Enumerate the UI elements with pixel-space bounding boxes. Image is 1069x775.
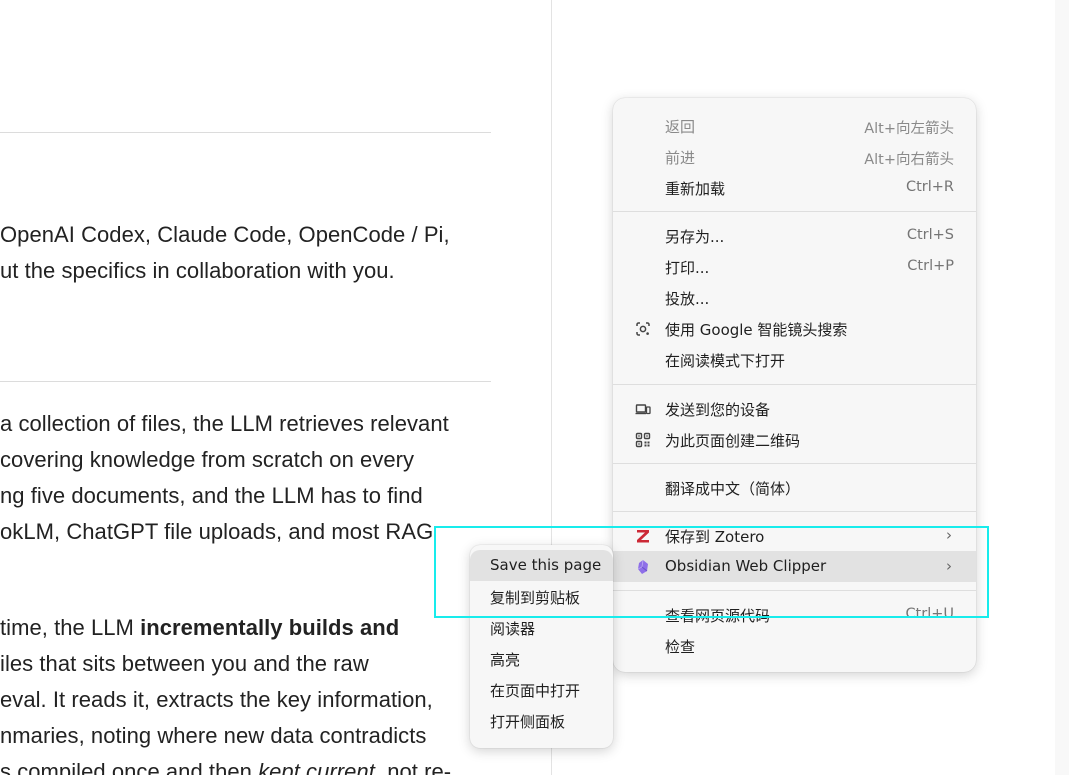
chevron-right-icon: › <box>946 557 952 575</box>
menu-item-view-source[interactable]: 查看网页源代码 Ctrl+U <box>613 599 976 630</box>
article-line: covering knowledge from scratch on every <box>0 442 414 478</box>
article-line: ng five documents, and the LLM has to fi… <box>0 478 423 514</box>
menu-item-send-to-device[interactable]: 发送到您的设备 <box>613 393 976 424</box>
menu-item-label: 在阅读模式下打开 <box>665 352 786 370</box>
article-text-segment: covering knowledge from scratch on every <box>0 447 415 472</box>
menu-item-shortcut: Ctrl+U <box>905 606 954 622</box>
article-text-segment: OpenAI Codex, Claude Code, OpenCode / Pi… <box>0 222 450 247</box>
menu-item-label: 另存为... <box>665 228 725 246</box>
submenu-item-copy-to-clipboard[interactable]: 复制到剪贴板 <box>470 581 613 612</box>
submenu-item-open-in-page[interactable]: 在页面中打开 <box>470 674 613 705</box>
menu-item-obsidian-web-clipper[interactable]: Obsidian Web Clipper › <box>613 551 976 582</box>
menu-item-google-lens[interactable]: 使用 Google 智能镜头搜索 <box>613 313 976 344</box>
menu-item-shortcut: Alt+向左箭头 <box>864 121 954 137</box>
menu-item-shortcut: Ctrl+S <box>906 227 954 243</box>
menu-item-back[interactable]: 返回 Alt+向左箭头 <box>613 110 976 141</box>
article-line: ut the specifics in collaboration with y… <box>0 253 395 289</box>
article-text-segment: ut the specifics in collaboration with y… <box>0 258 395 283</box>
menu-item-cast[interactable]: 投放... <box>613 282 976 313</box>
menu-item-label: 前进 <box>665 149 696 167</box>
menu-item-label: 使用 Google 智能镜头搜索 <box>665 321 848 339</box>
submenu-item-open-side-panel[interactable]: 打开侧面板 <box>470 705 613 736</box>
submenu-item-save-this-page[interactable]: Save this page <box>470 550 613 581</box>
article-text-segment: , not re- <box>374 759 452 775</box>
article-line: eval. It reads it, extracts the key info… <box>0 682 433 718</box>
google-lens-icon <box>635 321 651 337</box>
menu-item-reload[interactable]: 重新加载 Ctrl+R <box>613 172 976 203</box>
article-text-segment: kept current <box>258 759 375 775</box>
menu-item-shortcut: Alt+向右箭头 <box>864 152 954 168</box>
menu-item-label: 返回 <box>665 118 696 136</box>
qr-code-icon <box>635 432 651 448</box>
menu-separator <box>613 511 976 512</box>
article-content: OpenAI Codex, Claude Code, OpenCode / Pi… <box>0 0 551 775</box>
menu-item-shortcut: Ctrl+R <box>905 179 954 195</box>
article-line: nmaries, noting where new data contradic… <box>0 718 426 754</box>
menu-item-label: 保存到 Zotero <box>665 528 765 546</box>
article-line: a collection of files, the LLM retrieves… <box>0 406 449 442</box>
menu-separator <box>613 463 976 464</box>
menu-item-label: 为此页面创建二维码 <box>665 432 801 450</box>
menu-item-qr-code[interactable]: 为此页面创建二维码 <box>613 424 976 455</box>
article-text-segment: eval. It reads it, extracts the key info… <box>0 687 433 712</box>
submenu-item-label: 高亮 <box>490 651 521 669</box>
article-text-segment: okLM, ChatGPT file uploads, and most RAG <box>0 519 434 544</box>
article-text-segment: ng five documents, and the LLM has to fi… <box>0 483 423 508</box>
article-line: iles that sits between you and the raw <box>0 646 369 682</box>
submenu-item-label: 阅读器 <box>490 620 536 638</box>
submenu-item-label: 打开侧面板 <box>490 713 566 731</box>
section-divider <box>0 381 491 382</box>
menu-separator <box>613 384 976 385</box>
menu-item-label: 翻译成中文（简体） <box>665 480 801 498</box>
menu-item-inspect[interactable]: 检查 <box>613 630 976 661</box>
menu-item-label: 打印... <box>665 259 710 277</box>
obsidian-icon <box>635 559 651 575</box>
menu-item-reading-mode[interactable]: 在阅读模式下打开 <box>613 344 976 375</box>
menu-item-forward[interactable]: 前进 Alt+向右箭头 <box>613 141 976 172</box>
article-text-segment: nmaries, noting where new data contradic… <box>0 723 427 748</box>
section-divider <box>0 132 491 133</box>
submenu-item-label: 复制到剪贴板 <box>490 589 581 607</box>
menu-item-save-to-zotero[interactable]: 保存到 Zotero › <box>613 520 976 551</box>
submenu-item-reader[interactable]: 阅读器 <box>470 612 613 643</box>
menu-item-label: 发送到您的设备 <box>665 401 771 419</box>
browser-page: OpenAI Codex, Claude Code, OpenCode / Pi… <box>0 0 1069 775</box>
menu-item-label: Obsidian Web Clipper <box>665 557 827 575</box>
obsidian-submenu: Save this page 复制到剪贴板 阅读器 高亮 在页面中打开 打开侧面… <box>470 545 613 748</box>
submenu-item-highlight[interactable]: 高亮 <box>470 643 613 674</box>
menu-item-label: 投放... <box>665 290 710 308</box>
article-line: OpenAI Codex, Claude Code, OpenCode / Pi… <box>0 217 450 253</box>
article-text-segment: iles that sits between you and the raw <box>0 651 369 676</box>
article-text-segment: time, the LLM <box>0 615 141 640</box>
zotero-icon <box>635 528 651 544</box>
menu-item-save-as[interactable]: 另存为... Ctrl+S <box>613 220 976 251</box>
menu-item-label: 重新加载 <box>665 180 726 198</box>
menu-item-label: 查看网页源代码 <box>665 607 771 625</box>
scrollbar-track[interactable] <box>1055 0 1069 775</box>
chevron-right-icon: › <box>946 526 952 544</box>
menu-item-label: 检查 <box>665 638 696 656</box>
article-line: s compiled once and then kept current, n… <box>0 754 451 775</box>
submenu-item-label: 在页面中打开 <box>490 682 581 700</box>
menu-separator <box>613 590 976 591</box>
menu-separator <box>613 211 976 212</box>
menu-item-print[interactable]: 打印... Ctrl+P <box>613 251 976 282</box>
article-text-segment: s compiled once and then <box>0 759 259 775</box>
menu-item-translate[interactable]: 翻译成中文（简体） <box>613 472 976 503</box>
article-line: okLM, ChatGPT file uploads, and most RAG <box>0 514 433 550</box>
article-line: time, the LLM incrementally builds and <box>0 610 399 646</box>
send-to-device-icon <box>635 401 651 417</box>
article-text-segment: a collection of files, the LLM retrieves… <box>0 411 449 436</box>
submenu-item-label: Save this page <box>490 556 602 574</box>
menu-item-shortcut: Ctrl+P <box>907 258 954 274</box>
context-menu: 返回 Alt+向左箭头 前进 Alt+向右箭头 重新加载 Ctrl+R 另存为.… <box>613 98 976 672</box>
article-text-segment: incrementally builds and <box>140 615 400 640</box>
